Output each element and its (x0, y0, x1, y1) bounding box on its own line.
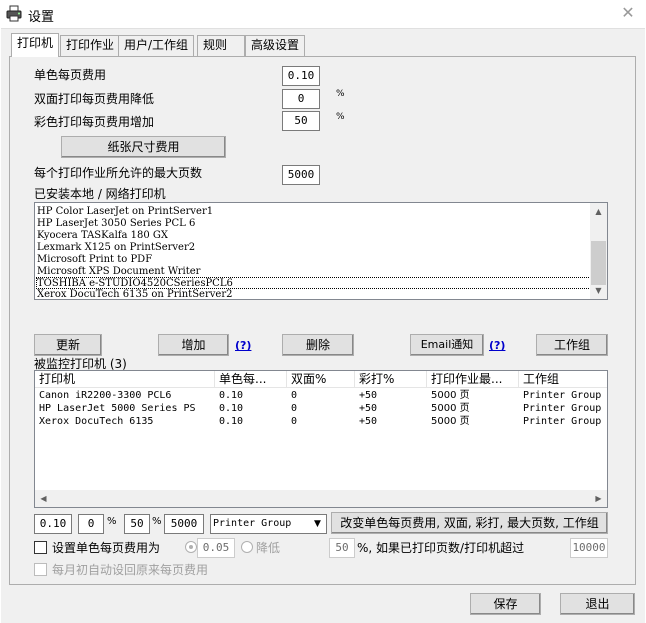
table-cell: 0 (291, 390, 298, 401)
decrease-label: 降低 (256, 541, 281, 555)
add-printer-button[interactable]: 增加 (158, 334, 229, 356)
edit-color-input[interactable]: 50 (124, 514, 150, 534)
scroll-up-icon[interactable]: ▲ (590, 203, 607, 220)
table-cell: 0.10 (219, 416, 244, 427)
email-notify-button[interactable]: Email通知 (410, 334, 484, 356)
table-cell: Printer Group (523, 403, 602, 414)
scroll-right-icon[interactable]: ▶ (590, 490, 607, 507)
table-cell: Printer Group (523, 416, 602, 427)
scroll-left-icon[interactable]: ◀ (35, 490, 52, 507)
set-mono-cost-label: 设置单色每页费用为 (52, 541, 161, 555)
printer-app-icon (6, 5, 22, 22)
apply-changes-button[interactable]: 改变单色每页费用, 双面, 彩打, 最大页数, 工作组 (331, 512, 608, 534)
tab-print-jobs[interactable]: 打印作业 (60, 35, 121, 56)
max-pages-input[interactable]: 5000 (282, 165, 320, 185)
scroll-down-icon[interactable]: ▼ (590, 282, 607, 299)
column-header-max-pages[interactable]: 打印作业最... (427, 371, 519, 388)
window-title: 设置 (28, 10, 55, 25)
table-cell: +50 (359, 416, 378, 427)
list-item[interactable]: HP LaserJet 3050 Series PCL 6 (37, 218, 195, 230)
list-item[interactable]: Lexmark X125 on PrintServer2 (37, 242, 195, 254)
set-value-radio[interactable] (185, 541, 197, 553)
list-item[interactable]: Kyocera TASKalfa 180 GX (37, 230, 168, 242)
duplex-discount-input[interactable]: 0 (282, 89, 320, 109)
decrease-percent-input[interactable]: 50 (329, 538, 355, 558)
edit-color-percent: % (152, 516, 162, 527)
list-item[interactable]: HP Color LaserJet on PrintServer1 (37, 206, 213, 218)
edit-duplex-percent: % (107, 516, 117, 527)
decrease-radio[interactable] (241, 541, 253, 553)
email-help-link[interactable]: (?) (489, 339, 505, 352)
duplex-percent-unit: % (336, 89, 345, 99)
exit-button[interactable]: 退出 (560, 593, 635, 615)
mono-cost-input[interactable]: 0.10 (282, 66, 320, 86)
table-cell[interactable]: Xerox DocuTech 6135 (35, 415, 215, 428)
save-button[interactable]: 保存 (470, 593, 541, 615)
color-percent-unit: % (336, 112, 345, 122)
table-cell[interactable]: Canon iR2200-3300 PCL6 (35, 389, 215, 402)
list-item-selected[interactable]: TOSHIBA e-STUDIO4520CSeriesPCL6 (36, 277, 591, 289)
edit-mono-cost-input[interactable]: 0.10 (34, 514, 72, 534)
paper-size-cost-button[interactable]: 纸张尺寸费用 (61, 136, 226, 158)
set-mono-cost-checkbox[interactable] (34, 541, 47, 554)
edit-duplex-input[interactable]: 0 (78, 514, 104, 534)
column-header-color[interactable]: 彩打% (355, 371, 427, 388)
color-surcharge-label: 彩色打印每页费用增加 (34, 115, 155, 129)
list-item[interactable]: Microsoft Print to PDF (37, 254, 152, 266)
installed-printers-list[interactable]: HP Color LaserJet on PrintServer1 HP Las… (34, 202, 608, 300)
monthly-reset-checkbox[interactable] (34, 563, 47, 576)
table-cell: +50 (359, 390, 378, 401)
scroll-thumb[interactable] (591, 241, 606, 285)
list-item[interactable]: Xerox DocuTech 6135 on PrintServer2 (37, 289, 232, 299)
add-help-link[interactable]: (?) (235, 339, 251, 352)
workgroup-button[interactable]: 工作组 (536, 334, 608, 356)
refresh-button[interactable]: 更新 (34, 334, 102, 356)
workgroup-combo-value: Printer Group (213, 518, 292, 529)
edit-max-pages-input[interactable]: 5000 (164, 514, 204, 534)
mono-cost-label: 单色每页费用 (34, 68, 107, 82)
column-header-printer[interactable]: 打印机 (35, 371, 215, 388)
workgroup-combo[interactable]: Printer Group ▼ (210, 514, 327, 534)
tab-users-groups[interactable]: 用户/工作组 (118, 35, 195, 56)
delete-printer-button[interactable]: 删除 (282, 334, 354, 356)
table-cell: 0 (291, 403, 298, 414)
tab-printers[interactable]: 打印机 (11, 33, 60, 57)
table-cell: 0 (291, 416, 298, 427)
column-header-workgroup[interactable]: 工作组 (519, 371, 607, 388)
close-icon[interactable]: ✕ (614, 2, 642, 24)
column-header-mono-cost[interactable]: 单色每... (215, 371, 287, 388)
max-pages-label: 每个打印作业所允许的最大页数 (34, 166, 203, 180)
table-cell: 0.10 (219, 403, 244, 414)
table-cell[interactable]: HP LaserJet 5000 Series PS (35, 402, 215, 415)
table-cell: 5000 页 (431, 416, 470, 427)
table-cell: 5000 页 (431, 390, 470, 401)
tab-rules[interactable]: 规则 (197, 35, 245, 56)
installed-printers-label: 已安装本地 / 网络打印机 (34, 187, 166, 201)
tab-advanced[interactable]: 高级设置 (245, 35, 306, 56)
table-cell: 5000 页 (431, 403, 470, 414)
color-surcharge-input[interactable]: 50 (282, 111, 320, 131)
title-bar: 设置 ✕ (0, 0, 646, 28)
monitored-printers-table[interactable]: 打印机 单色每... 双面% 彩打% 打印作业最... 工作组 Canon iR… (34, 370, 608, 508)
installed-list-scrollbar[interactable]: ▲ ▼ (590, 203, 607, 299)
threshold-condition-label: %, 如果已打印页数/打印机超过 (357, 541, 525, 555)
table-cell: 0.10 (219, 390, 244, 401)
set-mono-cost-value-input[interactable]: 0.05 (197, 538, 235, 558)
table-cell: +50 (359, 403, 378, 414)
table-horizontal-scrollbar[interactable]: ◀ ▶ (35, 490, 607, 507)
monthly-reset-label: 每月初自动设回原来每页费用 (52, 563, 209, 577)
table-cell: Printer Group (523, 390, 602, 401)
chevron-down-icon[interactable]: ▼ (309, 515, 326, 533)
page-threshold-input[interactable]: 10000 (570, 538, 608, 558)
column-header-duplex[interactable]: 双面% (287, 371, 355, 388)
duplex-discount-label: 双面打印每页费用降低 (34, 92, 155, 106)
